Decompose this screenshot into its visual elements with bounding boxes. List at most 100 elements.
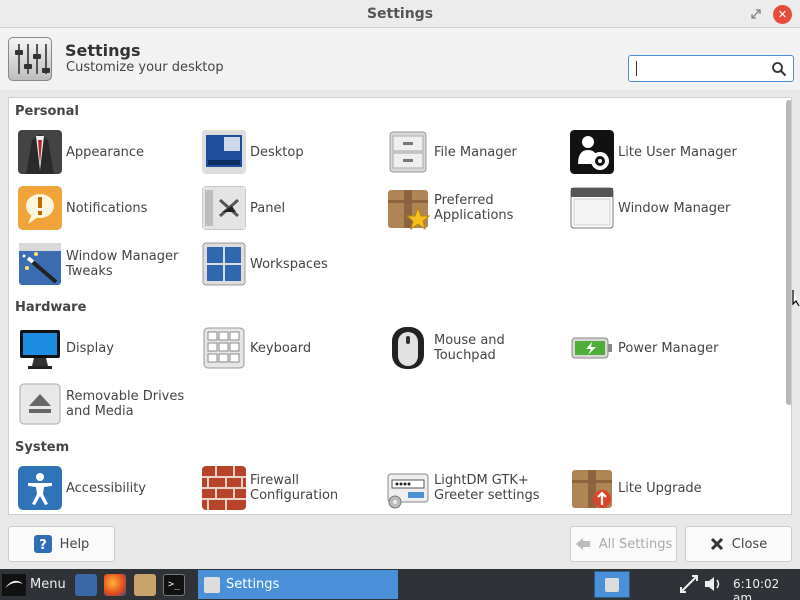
settings-item-accessibility[interactable]: Accessibility (15, 464, 195, 512)
settings-header: Settings Customize your desktop (0, 28, 800, 90)
section-personal-heading: Personal (15, 104, 79, 119)
settings-item-label: File Manager (434, 144, 517, 160)
settings-item-label: Preferred Applications (434, 193, 514, 223)
taskbar-item-settings[interactable]: Settings (198, 570, 398, 599)
package-star-icon (386, 186, 430, 230)
menu-label: Menu (30, 577, 66, 592)
taskbar: Menu >_ Settings 6:10:02 am (0, 569, 800, 600)
restore-button[interactable] (746, 4, 766, 24)
restore-icon (751, 9, 761, 19)
settings-panel[interactable]: Personal Appearance Desktop File Manager… (8, 97, 792, 515)
settings-item-label: Window Manager (618, 200, 731, 216)
settings-item-panel[interactable]: Panel (199, 184, 379, 232)
settings-item-preferred-applications[interactable]: Preferred Applications (383, 184, 563, 232)
file-manager-launcher-icon[interactable] (134, 574, 156, 596)
notification-icon (18, 186, 62, 230)
settings-item-workspaces[interactable]: Workspaces (199, 240, 379, 288)
show-desktop-icon[interactable] (75, 574, 97, 596)
mouse-pointer-icon (792, 290, 800, 307)
settings-task-icon (204, 576, 220, 593)
scrollbar-thumb[interactable] (786, 100, 791, 405)
all-settings-button[interactable]: All Settings (570, 526, 677, 562)
window-titlebar: Settings ✕ (0, 0, 800, 28)
help-button[interactable]: ? Help (8, 526, 115, 562)
settings-item-removable-drives[interactable]: Removable Drives and Media (15, 380, 195, 428)
keyboard-icon (202, 326, 246, 370)
network-icon[interactable] (678, 573, 700, 595)
settings-item-label: Lite Upgrade (618, 480, 702, 496)
all-settings-label: All Settings (598, 536, 673, 552)
eject-icon (18, 382, 62, 426)
close-icon: ✕ (777, 8, 788, 21)
settings-item-label: Removable Drives and Media (66, 389, 185, 419)
accessibility-icon (18, 466, 62, 510)
settings-item-desktop[interactable]: Desktop (199, 128, 379, 176)
help-label: Help (59, 536, 90, 552)
settings-item-label: Panel (250, 200, 286, 216)
settings-item-label: Appearance (66, 144, 145, 160)
start-menu-button[interactable]: Menu (2, 571, 66, 598)
settings-item-label: Firewall Configuration (250, 473, 339, 503)
settings-item-label: Notifications (66, 200, 148, 216)
settings-item-firewall[interactable]: Firewall Configuration (199, 464, 379, 512)
workspace-switcher[interactable] (594, 571, 630, 598)
settings-item-label: Accessibility (66, 480, 146, 496)
settings-sliders-icon (8, 37, 52, 81)
settings-item-label: Window Manager Tweaks (66, 249, 179, 279)
monitor-icon (18, 326, 62, 370)
login-screen-icon (386, 466, 430, 510)
settings-item-file-manager[interactable]: File Manager (383, 128, 563, 176)
brick-wall-icon (202, 466, 246, 510)
volume-icon[interactable] (702, 573, 724, 595)
text-caret (636, 61, 637, 76)
settings-item-appearance[interactable]: Appearance (15, 128, 195, 176)
settings-item-mouse-touchpad[interactable]: Mouse and Touchpad (383, 324, 563, 372)
linux-lite-logo-icon (2, 573, 26, 596)
firefox-icon[interactable] (104, 574, 126, 596)
settings-item-label: LightDM GTK+ Greeter settings (434, 473, 540, 503)
settings-item-label: Display (66, 340, 114, 356)
close-x-icon (710, 537, 723, 551)
magic-wand-icon (18, 242, 62, 286)
battery-icon (570, 326, 614, 370)
mouse-icon (386, 326, 430, 370)
back-arrow-icon (575, 538, 590, 550)
workspaces-icon (202, 242, 246, 286)
user-gear-icon (570, 130, 614, 174)
search-input[interactable] (628, 55, 794, 82)
appearance-icon (18, 130, 62, 174)
settings-item-keyboard[interactable]: Keyboard (199, 324, 379, 372)
settings-item-display[interactable]: Display (15, 324, 195, 372)
search-icon[interactable] (771, 61, 787, 77)
window-title: Settings (366, 6, 434, 22)
settings-item-label: Desktop (250, 144, 304, 160)
panel-icon (202, 186, 246, 230)
close-label: Close (731, 536, 768, 552)
section-system-heading: System (15, 440, 70, 455)
window-close-button[interactable]: ✕ (773, 5, 792, 24)
settings-item-lite-user-manager[interactable]: Lite User Manager (567, 128, 747, 176)
clock: 6:10:02 am (733, 577, 780, 600)
settings-item-label: Power Manager (618, 340, 719, 356)
terminal-icon[interactable]: >_ (163, 574, 185, 596)
settings-item-power-manager[interactable]: Power Manager (567, 324, 747, 372)
close-button[interactable]: Close (685, 526, 792, 562)
settings-item-window-manager-tweaks[interactable]: Window Manager Tweaks (15, 240, 195, 288)
upgrade-package-icon (570, 466, 614, 510)
settings-item-label: Mouse and Touchpad (434, 333, 505, 363)
page-subtitle: Customize your desktop (66, 60, 224, 75)
workspace-icon (605, 578, 619, 592)
settings-item-window-manager[interactable]: Window Manager (567, 184, 747, 232)
settings-item-label: Lite User Manager (618, 144, 737, 160)
page-title: Settings (65, 41, 141, 60)
help-icon: ? (33, 535, 52, 553)
svg-text:?: ? (39, 538, 47, 553)
settings-item-lightdm-greeter[interactable]: LightDM GTK+ Greeter settings (383, 464, 563, 512)
desktop-icon (202, 130, 246, 174)
task-title: Settings (226, 577, 280, 592)
section-hardware-heading: Hardware (15, 300, 87, 315)
file-cabinet-icon (386, 130, 430, 174)
settings-item-label: Keyboard (250, 340, 312, 356)
settings-item-notifications[interactable]: Notifications (15, 184, 195, 232)
settings-item-lite-upgrade[interactable]: Lite Upgrade (567, 464, 747, 512)
